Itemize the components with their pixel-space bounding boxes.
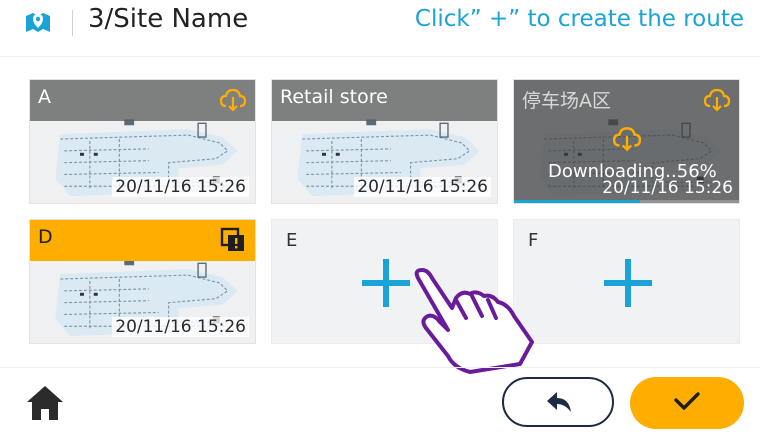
header-bar: 3/Site Name Click” +” to create the rout… [0,0,760,57]
route-timestamp: 20/11/16 15:26 [112,177,249,197]
header-divider [72,10,73,36]
footer-bar [0,367,760,435]
route-card-header: D [30,220,255,261]
add-route-plus-icon[interactable] [600,255,656,311]
cloud-download-icon[interactable] [219,86,247,114]
create-route-hint: Click” +” to create the route [414,6,744,32]
route-card-d[interactable]: D 20/11/16 15:26 [29,219,256,344]
slot-label: F [528,230,539,251]
route-name: 停车场A区 [522,90,611,112]
route-timestamp: 20/11/16 15:26 [602,178,733,198]
downloading-cloud-icon [612,127,642,151]
checkmark-icon [674,392,700,410]
alert-layers-icon[interactable] [219,226,247,254]
back-button[interactable] [502,377,614,427]
map-pin-logo-icon [26,13,50,32]
route-name: A [38,86,51,108]
route-card-header: Retail store [272,80,497,121]
route-name: D [38,226,53,248]
confirm-button[interactable] [630,377,744,429]
route-card-a[interactable]: A 20/11/16 15:26 [29,79,256,204]
cloud-download-icon[interactable] [703,86,731,114]
route-timestamp: 20/11/16 15:26 [112,317,249,337]
download-progress-bar [514,200,640,203]
route-timestamp: 20/11/16 15:26 [354,177,491,197]
pointing-hand-icon [414,268,534,374]
page-title: 3/Site Name [88,4,249,34]
route-card-retail-store[interactable]: Retail store 20/11/16 15:26 [271,79,498,204]
route-card-parking-a[interactable]: 停车场A区 Downloading..56% 20/11/16 15:26 [513,79,740,204]
route-card-header: 停车场A区 [514,80,739,121]
route-name: Retail store [280,86,388,108]
route-card-header: A [30,80,255,121]
home-icon[interactable] [24,383,66,423]
back-arrow-icon [547,392,571,412]
slot-label: E [286,230,298,251]
